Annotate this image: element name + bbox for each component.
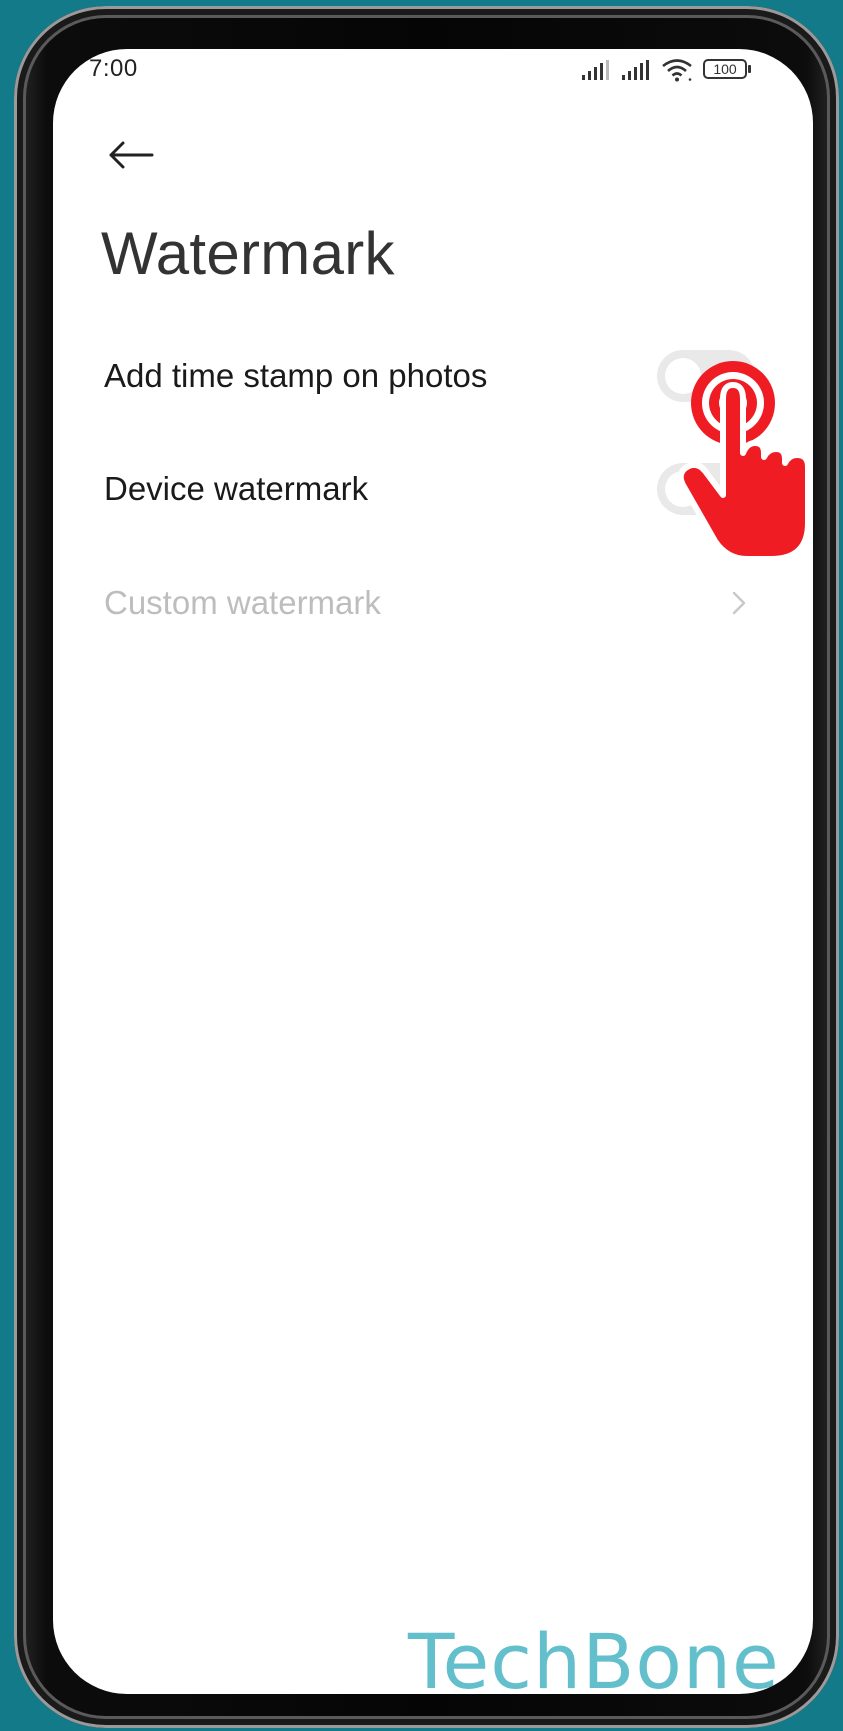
phone-screen: 7:00 100 Watermark Add time stamp on pho… — [53, 49, 813, 1694]
setting-label-custom-watermark: Custom watermark — [104, 584, 381, 621]
device-watermark-toggle[interactable] — [657, 463, 755, 515]
chevron-right-icon — [732, 591, 746, 615]
setting-label-device-watermark: Device watermark — [104, 470, 369, 507]
status-time: 7:00 — [89, 55, 138, 82]
setting-row-device-watermark[interactable]: Device watermark — [53, 439, 813, 539]
techbone-logo: TechBone — [408, 1617, 780, 1694]
setting-label-time-stamp: Add time stamp on photos — [104, 357, 488, 394]
setting-row-custom-watermark[interactable]: Custom watermark — [53, 553, 813, 653]
wifi-icon — [662, 59, 692, 82]
signal-icon — [582, 60, 609, 80]
toggle-knob — [665, 358, 701, 394]
back-button[interactable] — [101, 125, 161, 185]
page-title: Watermark — [101, 220, 395, 287]
toggle-knob — [665, 471, 701, 507]
back-arrow-icon — [109, 141, 154, 169]
battery-level: 100 — [713, 61, 737, 77]
battery-icon: 100 — [703, 59, 753, 81]
setting-row-time-stamp[interactable]: Add time stamp on photos — [53, 326, 813, 426]
time-stamp-toggle[interactable] — [657, 350, 755, 402]
status-icons: 100 — [581, 57, 753, 83]
signal-icon-2 — [622, 60, 649, 80]
